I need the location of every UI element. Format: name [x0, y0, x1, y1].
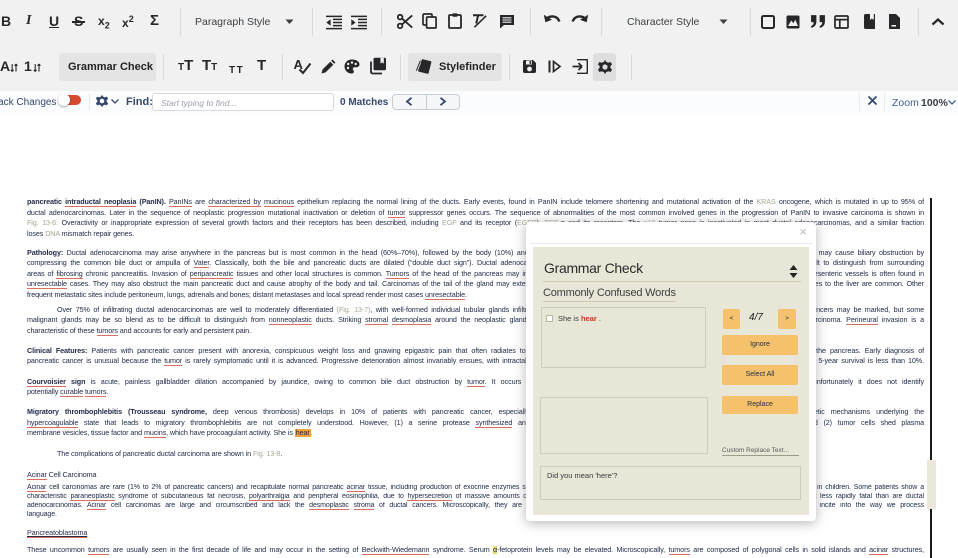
- svg-text:A: A: [294, 57, 304, 72]
